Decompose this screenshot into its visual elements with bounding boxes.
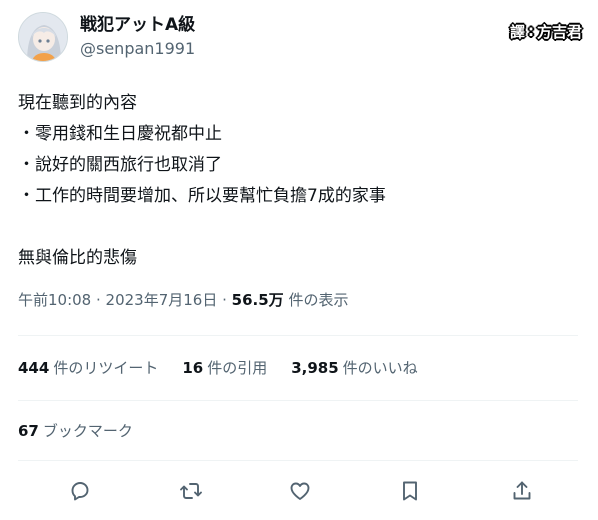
quotes-stat[interactable]: 16 件の引用 [182,357,267,379]
tweet-text: 現在聽到的內容 ・零用錢和生日慶祝都中止 ・說好的關西旅行也取消了 ・工作的時間… [18,88,578,274]
tweet-date[interactable]: 2023年7月16日 [106,291,218,309]
reply-icon [71,482,89,501]
watermark-separator: : [527,22,534,40]
bookmark-icon [403,481,417,501]
like-button[interactable] [283,474,317,508]
bookmarks-count: 67 [18,422,39,440]
views-count: 56.5万 [231,291,284,309]
bookmarks-label: ブックマーク [42,422,133,440]
quotes-count: 16 [182,359,204,377]
retweet-button[interactable] [174,474,208,508]
bookmark-button[interactable] [393,474,427,508]
divider [18,460,578,461]
tweet-header: 戦犯アットA級 @senpan1991 譯 : 方吉君 [18,12,588,64]
user-handle[interactable]: @senpan1991 [80,38,195,60]
translator-watermark: 譯 : 方吉君 [510,18,582,44]
quotes-label: 件の引用 [207,359,268,377]
tweet-line: 現在聽到的內容 [18,93,137,113]
avatar[interactable] [18,12,68,62]
likes-stat[interactable]: 3,985 件のいいね [291,357,417,379]
views-label: 件の表示 [283,291,349,309]
tweet-line: ・零用錢和生日慶祝都中止 [18,124,222,144]
tweet-line: 無與倫比的悲傷 [18,248,137,268]
meta-separator: · [91,291,106,309]
tweet-line: ・工作的時間要增加、所以要幫忙負擔7成的家事 [18,186,386,206]
likes-count: 3,985 [291,359,339,377]
bookmarks-stat[interactable]: 67 ブックマーク [18,420,133,442]
engagement-stats: 444 件のリツイート 16 件の引用 3,985 件のいいね [18,357,418,379]
retweets-count: 444 [18,359,50,377]
watermark-translator: 方吉君 [536,22,582,41]
tweet-time[interactable]: 午前10:08 [18,291,91,309]
watermark-label: 譯 [509,22,525,41]
divider [18,400,578,401]
retweet-icon [180,483,202,499]
tweet-meta: 午前10:08 · 2023年7月16日 · 56.5万 件の表示 [18,289,348,311]
retweets-label: 件のリツイート [53,359,159,377]
retweets-stat[interactable]: 444 件のリツイート [18,357,158,379]
meta-separator: · [217,291,232,309]
heart-icon [290,482,310,500]
action-bar [55,474,551,508]
name-block: 戦犯アットA級 @senpan1991 [80,14,195,60]
share-icon [513,481,531,500]
divider [18,335,578,336]
tweet-line: ・說好的關西旅行也取消了 [18,155,222,175]
avatar-image [19,13,67,61]
display-name[interactable]: 戦犯アットA級 [80,14,195,36]
reply-button[interactable] [63,474,97,508]
share-button[interactable] [505,474,539,508]
likes-label: 件のいいね [342,359,418,377]
